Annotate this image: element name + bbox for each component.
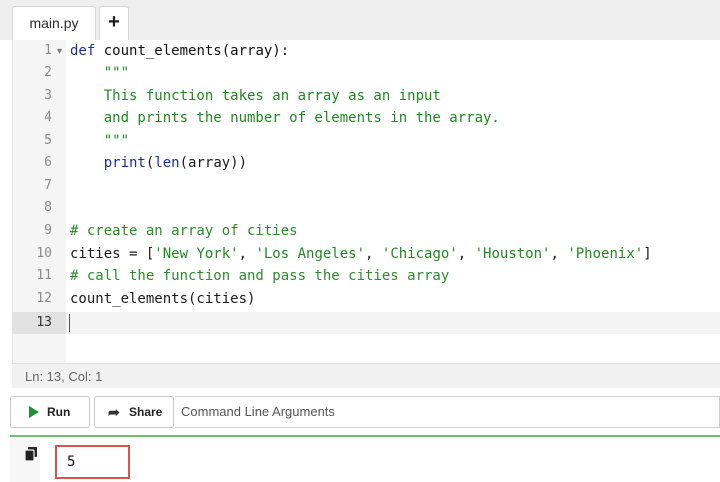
active-line-highlight <box>66 312 720 334</box>
share-label: Share <box>129 405 163 419</box>
line-number: 11 <box>36 268 52 283</box>
code-text: , <box>550 246 568 262</box>
line-number: 10 <box>36 246 52 261</box>
run-button[interactable]: Run <box>10 396 90 428</box>
console-sidebar <box>10 437 40 482</box>
code-line[interactable]: # create an array of cities <box>70 220 720 242</box>
share-icon: ➦ <box>108 404 120 420</box>
code-line[interactable]: This function takes an array as an input <box>70 85 720 107</box>
builtin-print: print <box>103 155 146 171</box>
line-number: 6 <box>44 155 52 170</box>
code-text: count_elements(array): <box>95 43 290 59</box>
console-output-value: 5 <box>55 445 130 479</box>
command-line-arguments-input[interactable]: Command Line Arguments <box>175 396 720 428</box>
code-line[interactable]: and prints the number of elements in the… <box>70 107 720 129</box>
line-number: 3 <box>44 88 52 103</box>
code-text: cities = [ <box>70 246 155 262</box>
console-output-panel: 5 <box>10 435 720 482</box>
code-line[interactable]: def count_elements(array): <box>70 40 720 62</box>
line-number: 7 <box>44 178 52 193</box>
run-toolbar: Run ➦ Share Command Line Arguments <box>0 388 720 434</box>
editor-status-bar: Ln: 13, Col: 1 <box>12 363 720 388</box>
keyword: def <box>70 43 96 59</box>
string-literal: 'New York' <box>154 246 239 262</box>
line-number: 9 <box>44 223 52 238</box>
code-text: , <box>238 246 256 262</box>
play-icon <box>29 406 39 418</box>
active-line-number: 13 <box>13 312 66 334</box>
line-number: 5 <box>44 133 52 148</box>
text-cursor <box>69 314 70 332</box>
run-label: Run <box>47 405 71 419</box>
code-line[interactable]: count_elements(cities) <box>70 288 720 310</box>
code-editor[interactable]: 1 ▾ 2 3 4 5 6 7 8 9 10 11 12 13 def coun… <box>12 40 720 363</box>
line-number: 12 <box>36 291 52 306</box>
copy-icon[interactable] <box>25 447 37 461</box>
line-number: 8 <box>44 200 52 215</box>
line-number: 2 <box>44 65 52 80</box>
code-text: ] <box>643 246 652 262</box>
code-line[interactable]: cities = ['New York', 'Los Angeles', 'Ch… <box>70 243 720 265</box>
code-text: (array)) <box>179 155 248 171</box>
fold-arrow-icon[interactable]: ▾ <box>57 46 62 57</box>
code-line[interactable]: print(len(array)) <box>70 152 720 174</box>
share-button[interactable]: ➦ Share <box>94 396 174 428</box>
code-text: , <box>365 246 382 262</box>
line-number: 4 <box>44 110 52 125</box>
code-line[interactable]: """ <box>70 130 720 152</box>
add-tab-button[interactable]: + <box>99 6 129 40</box>
code-line[interactable]: """ <box>70 62 720 84</box>
code-line[interactable]: # call the function and pass the cities … <box>70 265 720 287</box>
builtin-len: len <box>154 155 180 171</box>
string-literal: 'Chicago' <box>381 246 458 262</box>
string-literal: 'Los Angeles' <box>255 246 366 262</box>
string-literal: 'Houston' <box>474 246 551 262</box>
tab-main-py[interactable]: main.py <box>12 6 96 40</box>
line-number-gutter: 1 ▾ 2 3 4 5 6 7 8 9 10 11 12 13 <box>13 40 66 363</box>
tab-bar: main.py + <box>0 0 720 40</box>
code-text: , <box>457 246 475 262</box>
string-literal: 'Phoenix' <box>567 246 644 262</box>
